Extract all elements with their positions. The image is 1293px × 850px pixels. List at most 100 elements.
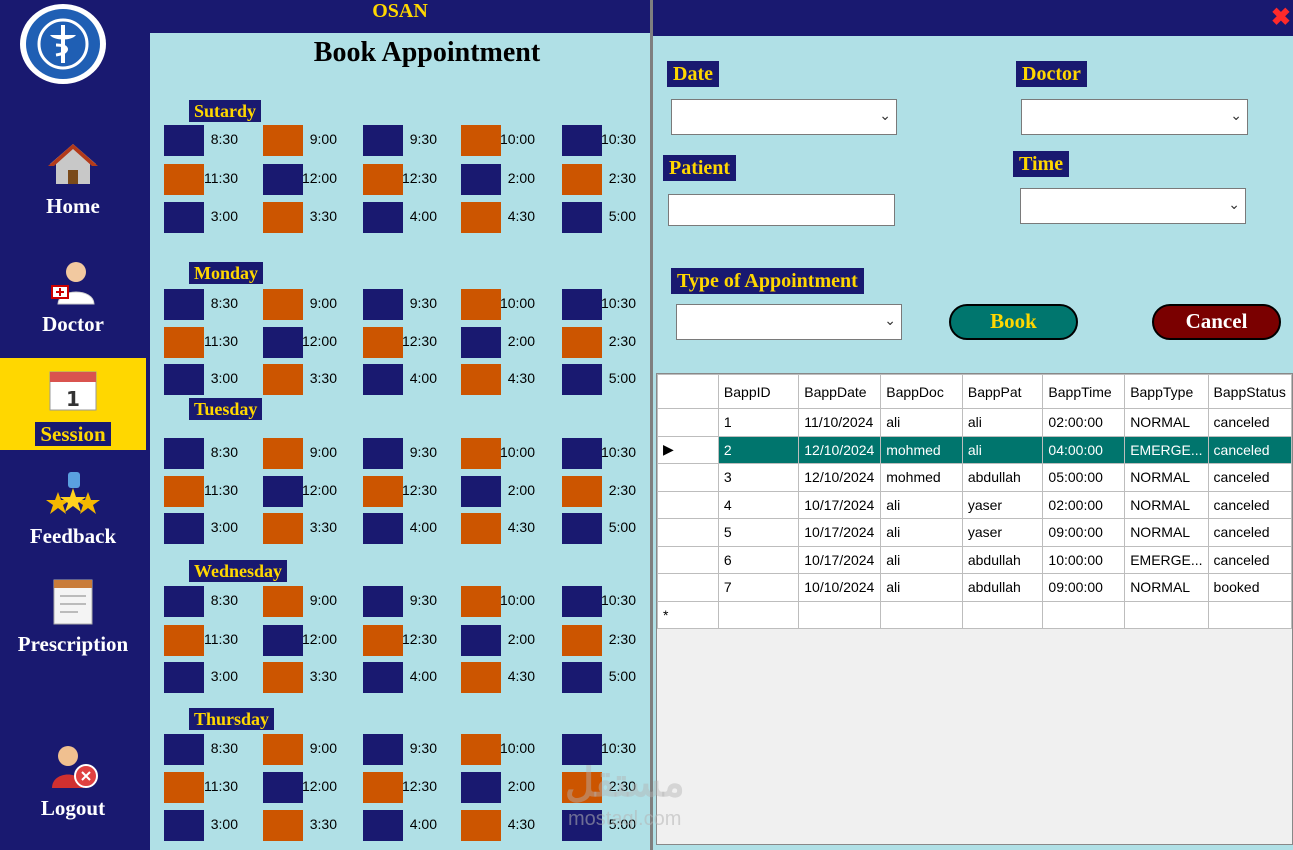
table-cell[interactable]: 1 <box>717 408 800 437</box>
table-cell[interactable]: 02:00:00 <box>1042 490 1126 519</box>
table-cell[interactable]: yaser <box>961 518 1044 547</box>
time-select[interactable]: ⌄ <box>1020 188 1246 224</box>
column-header[interactable]: BappDoc <box>880 374 963 409</box>
table-cell[interactable] <box>1207 600 1292 629</box>
table-cell[interactable]: mohmed <box>880 463 963 492</box>
table-cell[interactable]: NORMAL <box>1124 463 1209 492</box>
table-cell[interactable] <box>880 600 963 629</box>
table-cell[interactable]: abdullah <box>961 463 1044 492</box>
table-row[interactable]: ▶ 2 12/10/2024 mohmed ali 04:00:00 EMERGE... ca… <box>657 435 1292 464</box>
table-row[interactable]: 1 11/10/2024 ali ali 02:00:00 NORMAL canceled <box>657 408 1292 437</box>
sidebar-item-logout[interactable]: Logout <box>0 742 146 821</box>
table-row[interactable]: 5 10/17/2024 ali yaser 09:00:00 NORMAL cancele… <box>657 518 1292 547</box>
sidebar-item-session[interactable]: 1 Session <box>0 358 146 450</box>
table-row[interactable]: 7 10/10/2024 ali abdullah 09:00:00 NORMAL book… <box>657 573 1292 602</box>
table-cell[interactable]: canceled <box>1207 463 1292 492</box>
time-slot-label: 5:00 <box>608 668 636 684</box>
sidebar-item-label: Session <box>35 422 111 446</box>
table-cell[interactable]: ali <box>880 490 963 519</box>
sidebar-item-feedback[interactable]: Feedback <box>0 470 146 549</box>
row-header[interactable] <box>657 518 719 547</box>
table-cell[interactable]: ali <box>961 435 1044 464</box>
table-cell[interactable]: ali <box>880 518 963 547</box>
appointments-grid[interactable]: BappID BappDate BappDoc BappPat BappTime Bapp… <box>656 373 1293 845</box>
time-slot-label: 4:30 <box>507 668 535 684</box>
patient-input[interactable] <box>668 194 895 226</box>
table-cell[interactable]: 10/17/2024 <box>798 545 882 574</box>
table-cell[interactable]: NORMAL <box>1124 490 1209 519</box>
column-header[interactable]: BappType <box>1124 374 1209 409</box>
table-cell[interactable] <box>1124 600 1209 629</box>
time-slot-label: 10:00 <box>499 131 535 147</box>
table-cell[interactable]: 11/10/2024 <box>798 408 882 437</box>
table-cell[interactable]: canceled <box>1207 518 1292 547</box>
table-cell[interactable]: canceled <box>1207 490 1292 519</box>
row-header[interactable] <box>657 545 719 574</box>
table-cell[interactable]: 10:00:00 <box>1042 545 1126 574</box>
table-cell[interactable]: 2 <box>717 435 800 464</box>
doctor-select[interactable]: ⌄ <box>1021 99 1248 135</box>
column-header[interactable]: BappTime <box>1042 374 1126 409</box>
new-row[interactable]: * <box>657 600 1292 629</box>
appointment-type-select[interactable]: ⌄ <box>676 304 902 340</box>
table-cell[interactable]: EMERGE... <box>1124 545 1209 574</box>
table-cell[interactable]: mohmed <box>880 435 963 464</box>
table-cell[interactable]: canceled <box>1207 435 1292 464</box>
cancel-button[interactable]: Cancel <box>1152 304 1281 340</box>
table-cell[interactable]: 02:00:00 <box>1042 408 1126 437</box>
table-cell[interactable]: 04:00:00 <box>1042 435 1126 464</box>
close-icon[interactable]: ✖ <box>1271 3 1291 32</box>
table-cell[interactable] <box>961 600 1044 629</box>
table-cell[interactable]: 05:00:00 <box>1042 463 1126 492</box>
table-cell[interactable]: ali <box>880 545 963 574</box>
column-header[interactable]: BappStatus <box>1207 374 1292 409</box>
table-cell[interactable]: ali <box>961 408 1044 437</box>
table-cell[interactable]: 10/17/2024 <box>798 490 882 519</box>
table-cell[interactable]: EMERGE... <box>1124 435 1209 464</box>
column-header[interactable]: BappPat <box>961 374 1044 409</box>
table-cell[interactable]: abdullah <box>961 545 1044 574</box>
row-header[interactable] <box>657 490 719 519</box>
column-header[interactable]: BappDate <box>798 374 882 409</box>
book-button[interactable]: Book <box>949 304 1078 340</box>
table-cell[interactable] <box>1042 600 1126 629</box>
table-cell[interactable]: 12/10/2024 <box>798 463 882 492</box>
row-header[interactable] <box>657 408 719 437</box>
table-cell[interactable] <box>798 600 882 629</box>
table-cell[interactable]: 7 <box>717 573 800 602</box>
table-cell[interactable]: 6 <box>717 545 800 574</box>
date-select[interactable]: ⌄ <box>671 99 897 135</box>
table-row[interactable]: 4 10/17/2024 ali yaser 02:00:00 NORMAL cancele… <box>657 490 1292 519</box>
time-slot-label: 10:30 <box>600 295 636 311</box>
table-cell[interactable]: NORMAL <box>1124 408 1209 437</box>
table-cell[interactable]: yaser <box>961 490 1044 519</box>
table-cell[interactable]: 10/17/2024 <box>798 518 882 547</box>
table-cell[interactable]: 12/10/2024 <box>798 435 882 464</box>
sidebar-item-doctor[interactable]: Doctor <box>0 258 146 337</box>
table-row[interactable]: 6 10/17/2024 ali abdullah 10:00:00 EMERGE... c… <box>657 545 1292 574</box>
table-cell[interactable]: ali <box>880 573 963 602</box>
table-cell[interactable]: 3 <box>717 463 800 492</box>
table-cell[interactable]: canceled <box>1207 408 1292 437</box>
row-header[interactable] <box>657 463 719 492</box>
row-header[interactable] <box>657 573 719 602</box>
column-header[interactable]: BappID <box>717 374 800 409</box>
row-header[interactable]: ▶ <box>657 435 719 464</box>
chevron-down-icon: ⌄ <box>879 107 891 123</box>
table-cell[interactable]: 09:00:00 <box>1042 518 1126 547</box>
table-cell[interactable]: abdullah <box>961 573 1044 602</box>
sidebar-item-home[interactable]: Home <box>0 140 146 219</box>
row-header[interactable]: * <box>657 600 719 629</box>
table-cell[interactable]: booked <box>1207 573 1292 602</box>
table-cell[interactable]: canceled <box>1207 545 1292 574</box>
table-cell[interactable]: 5 <box>717 518 800 547</box>
table-cell[interactable]: NORMAL <box>1124 573 1209 602</box>
table-cell[interactable]: 09:00:00 <box>1042 573 1126 602</box>
table-cell[interactable]: 10/10/2024 <box>798 573 882 602</box>
table-cell[interactable]: 4 <box>717 490 800 519</box>
table-cell[interactable]: NORMAL <box>1124 518 1209 547</box>
table-cell[interactable]: ali <box>880 408 963 437</box>
table-cell[interactable] <box>717 600 800 629</box>
sidebar-item-prescription[interactable]: Prescription <box>0 578 146 657</box>
table-row[interactable]: 3 12/10/2024 mohmed abdullah 05:00:00 NORMAL c… <box>657 463 1292 492</box>
